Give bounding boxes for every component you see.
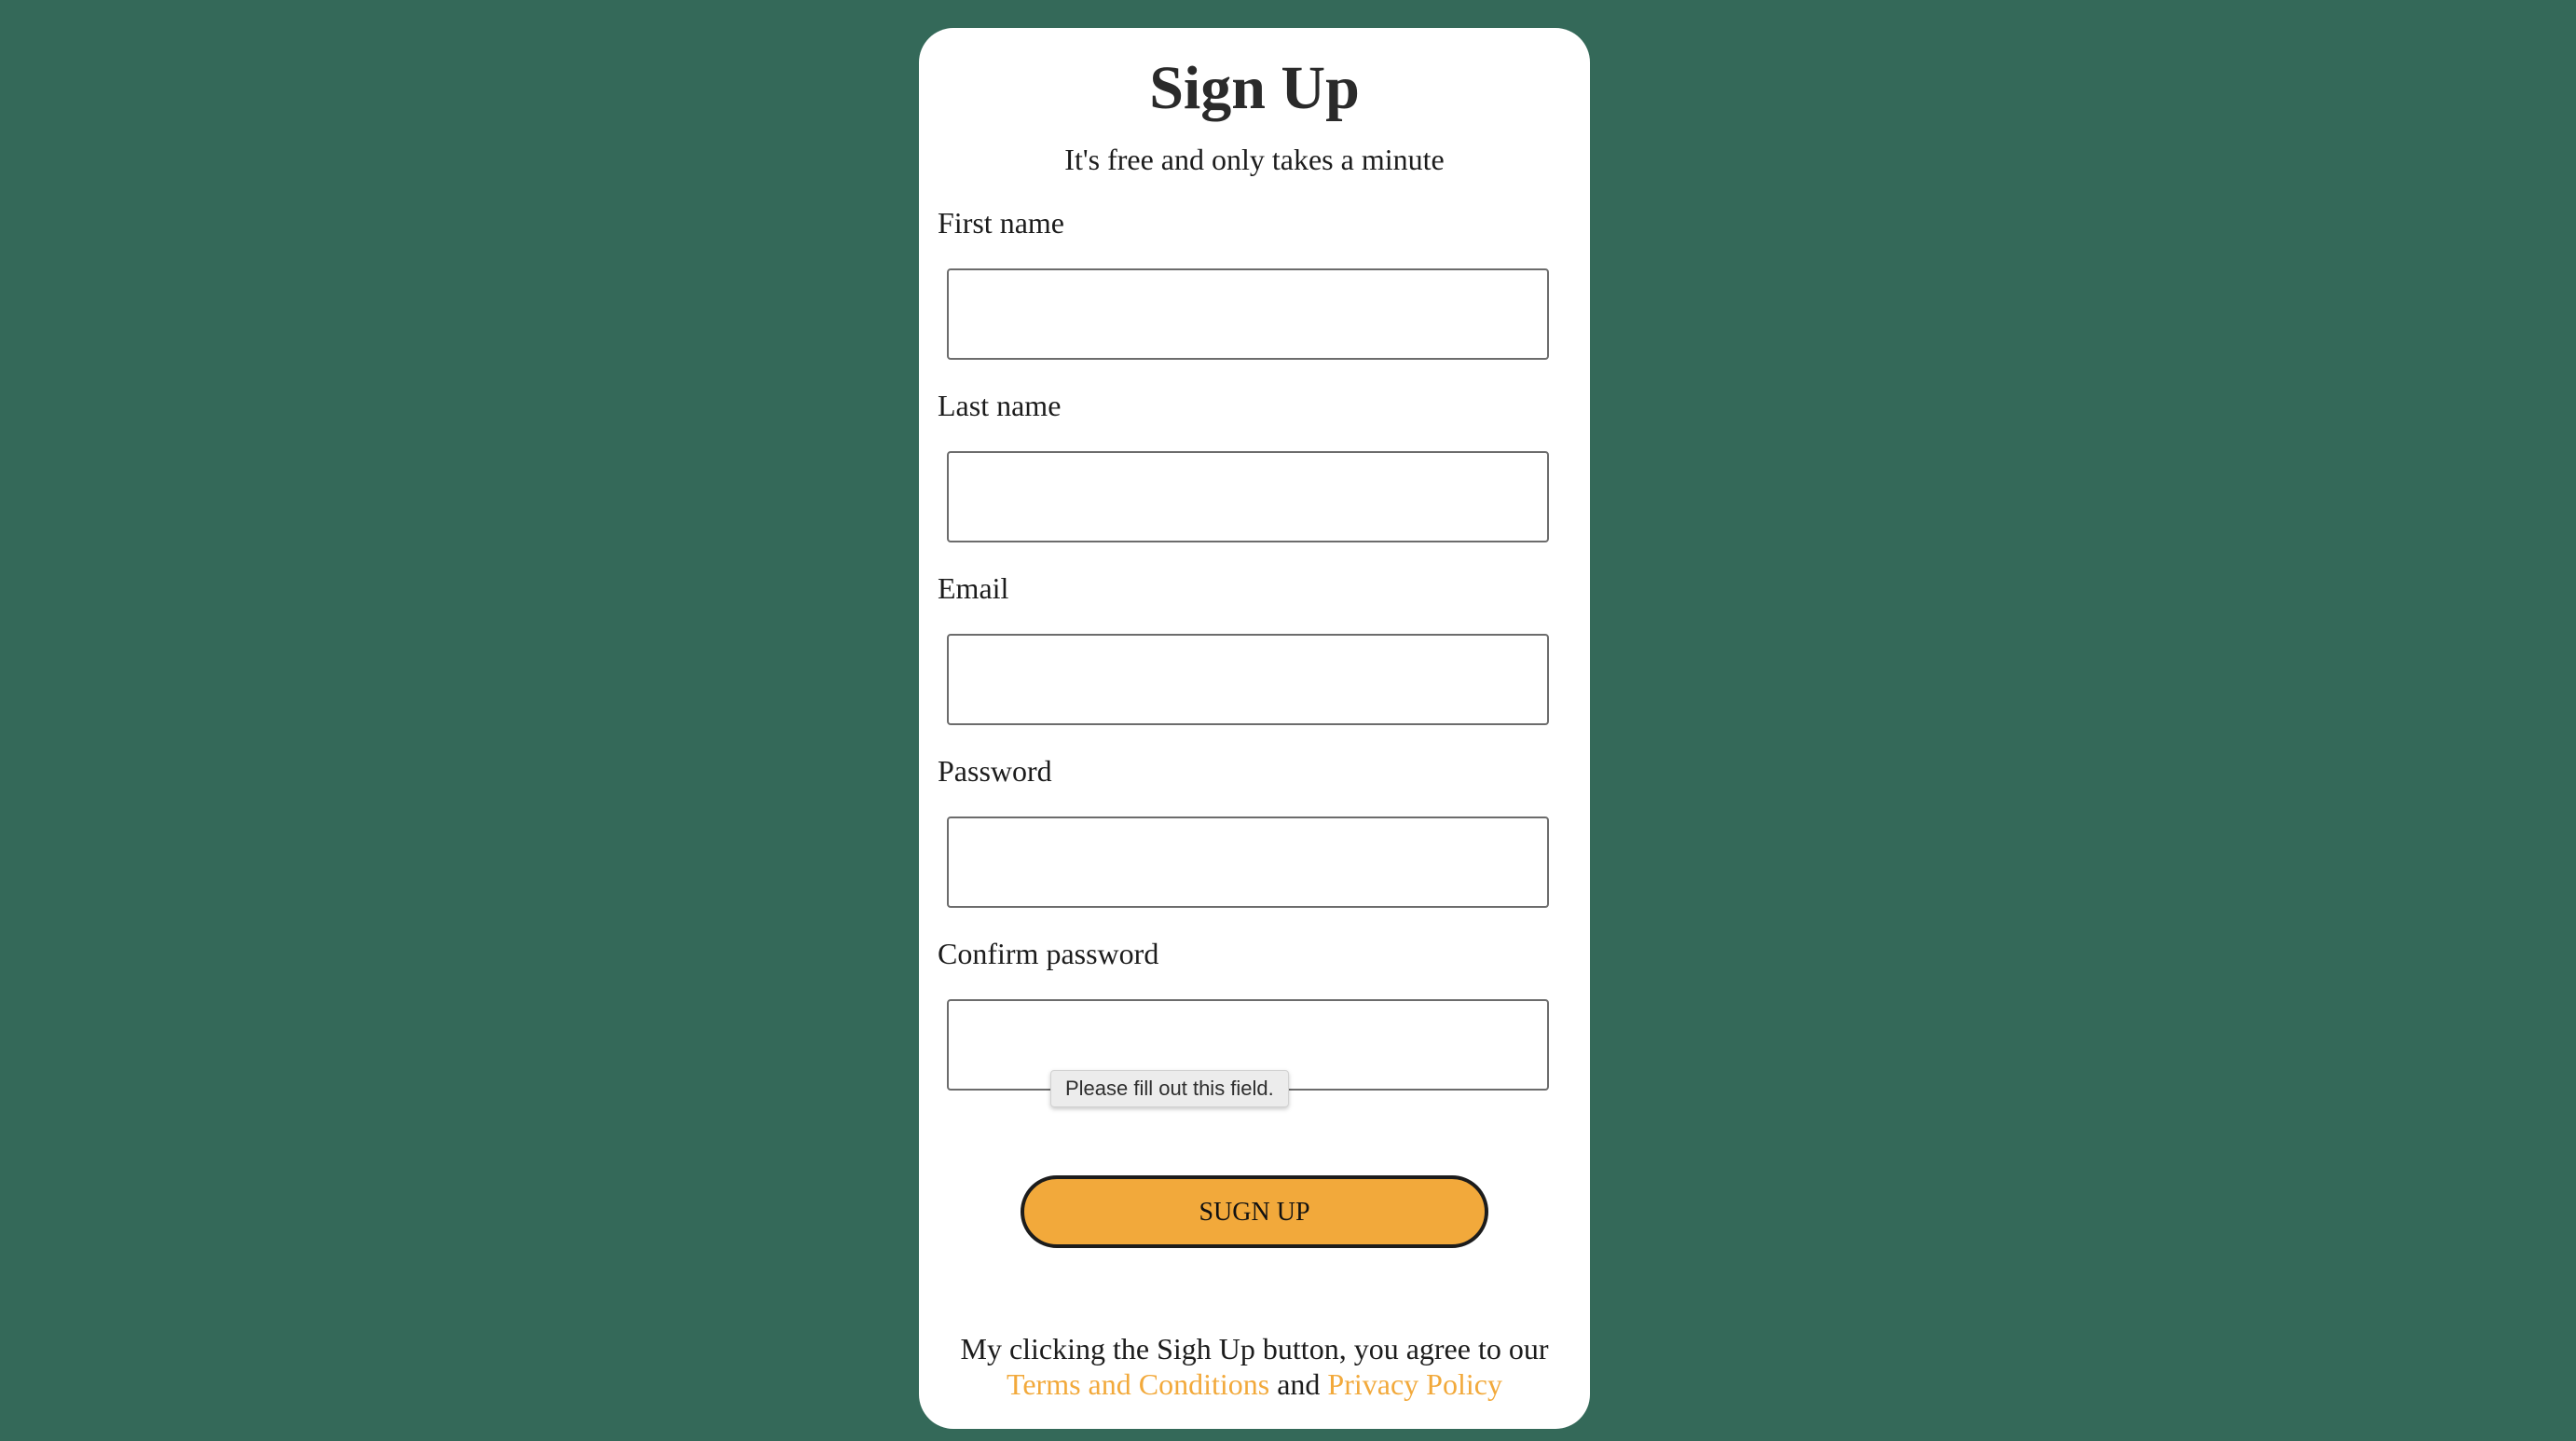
email-input[interactable] [947, 634, 1549, 725]
agreement-conjunction: and [1277, 1367, 1321, 1401]
subtitle: It's free and only takes a minute [1064, 143, 1445, 176]
first-name-label: First name [938, 206, 1064, 240]
sign-up-button[interactable]: SUGN UP [1021, 1175, 1488, 1248]
email-label: Email [938, 571, 1009, 605]
first-name-input[interactable] [947, 268, 1549, 360]
confirm-password-label: Confirm password [938, 937, 1159, 970]
password-input[interactable] [947, 817, 1549, 908]
privacy-link[interactable]: Privacy Policy [1327, 1367, 1502, 1401]
last-name-label: Last name [938, 389, 1062, 422]
terms-link[interactable]: Terms and Conditions [1007, 1367, 1269, 1401]
agreement-text: My clicking the Sigh Up button, you agre… [919, 1331, 1590, 1402]
agreement-prefix: My clicking the Sigh Up button, you agre… [960, 1332, 1549, 1366]
password-label: Password [938, 754, 1052, 788]
last-name-input[interactable] [947, 451, 1549, 542]
validation-tooltip: Please fill out this field. [1050, 1070, 1289, 1107]
signup-card: Sign Up It's free and only takes a minut… [919, 28, 1590, 1429]
page-title: Sign Up [1149, 54, 1360, 122]
